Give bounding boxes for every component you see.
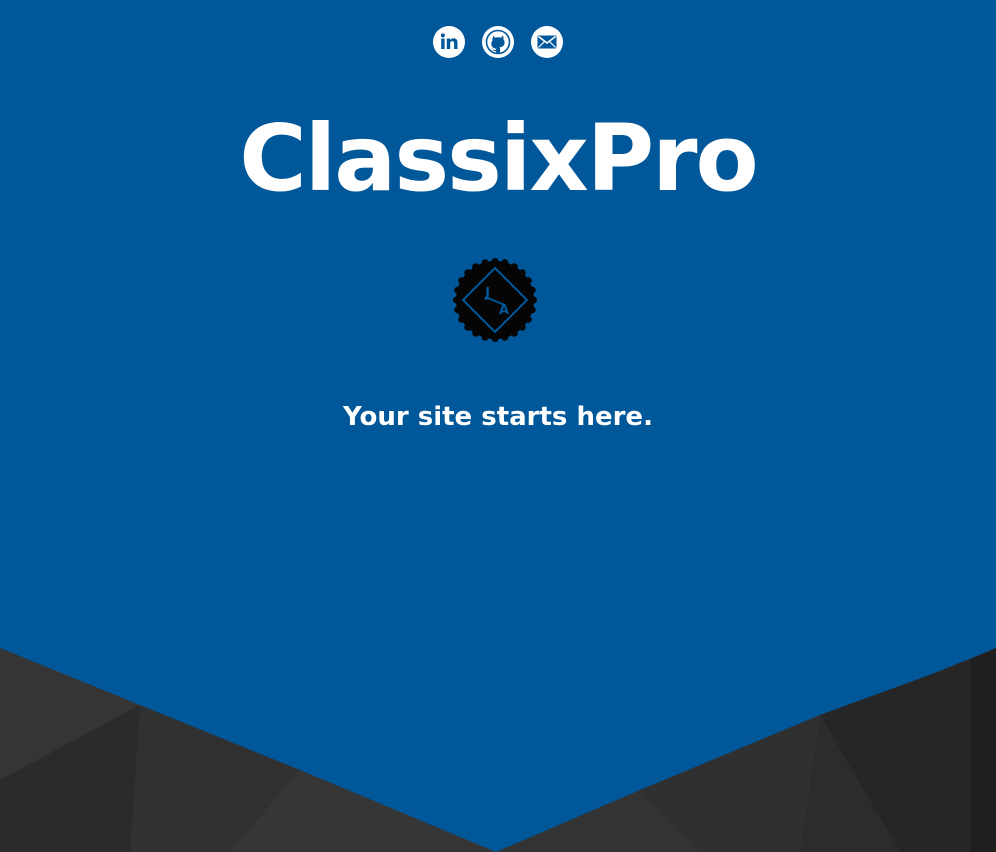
github-link[interactable] (482, 26, 514, 58)
github-icon (485, 29, 511, 55)
badge-letter-top: J (484, 286, 490, 301)
linkedin-link[interactable] (433, 26, 465, 58)
site-tagline: Your site starts here. (343, 402, 653, 432)
monogram-badge-icon: J A (453, 258, 537, 342)
site-title: ClassixPro (239, 105, 759, 212)
hero-page: ClassixPro J A Your site starts here. (0, 0, 996, 852)
linkedin-icon (440, 33, 458, 49)
email-icon (537, 35, 557, 49)
email-link[interactable] (531, 26, 563, 58)
badge-letter-bottom: A (499, 303, 509, 318)
social-links (0, 26, 996, 58)
